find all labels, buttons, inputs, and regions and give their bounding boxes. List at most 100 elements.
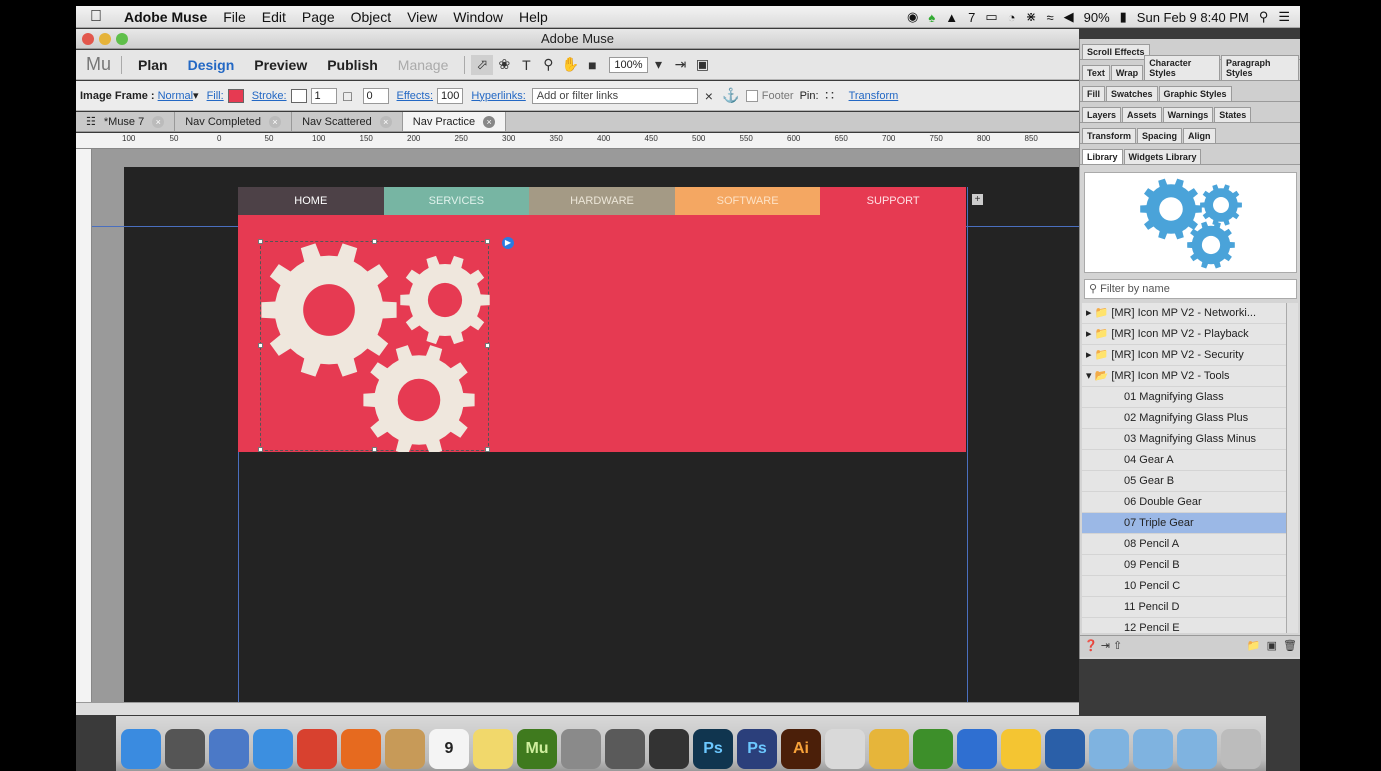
resize-handle[interactable] xyxy=(371,447,377,452)
library-item[interactable]: 10 Pencil C xyxy=(1082,576,1286,597)
blend-mode-select[interactable]: Normal xyxy=(158,90,193,102)
opacity-field[interactable]: 100 xyxy=(437,87,464,104)
tab-text[interactable]: Text xyxy=(1082,65,1110,80)
horizontal-ruler[interactable]: 100 50 0 50 100 150 200 250 300 350 400 450 500 550 60… xyxy=(76,133,1079,149)
horizontal-scrollbar[interactable] xyxy=(76,702,1079,715)
library-item[interactable]: 11 Pencil D xyxy=(1082,597,1286,618)
library-folder[interactable]: ▸ 📁 [MR] Icon MP V2 - Networki... xyxy=(1082,303,1286,324)
cyberduck-icon[interactable] xyxy=(1001,729,1041,769)
photoshop-icon[interactable]: Ps xyxy=(693,729,733,769)
resize-handle[interactable] xyxy=(485,239,490,244)
stroke-link[interactable]: Stroke: xyxy=(252,90,287,102)
close-icon[interactable]: × xyxy=(269,115,282,128)
illustrator-icon[interactable]: Ai xyxy=(781,729,821,769)
finder-icon[interactable] xyxy=(121,729,161,769)
fill-link[interactable]: Fill: xyxy=(207,90,224,102)
time-machine-icon[interactable]: ◔ xyxy=(1008,10,1016,25)
close-icon[interactable]: × xyxy=(379,115,392,128)
nav-item-services[interactable]: SERVICES xyxy=(383,187,530,215)
dvd-icon[interactable] xyxy=(649,729,689,769)
resize-handle[interactable] xyxy=(258,239,263,244)
bluetooth-icon[interactable]: ⋇ xyxy=(1026,9,1037,25)
calendar-icon[interactable]: 9 xyxy=(429,729,469,769)
stroke-width-field[interactable]: 1 xyxy=(310,87,337,104)
apple-icon[interactable]:  xyxy=(76,8,116,26)
place-icon[interactable]: ⇥ xyxy=(670,55,692,75)
nav-item-software[interactable]: SOFTWARE xyxy=(674,187,821,215)
hyperlinks-input[interactable]: Add or filter links xyxy=(531,87,698,104)
help-icon[interactable]: ❓ xyxy=(1084,640,1098,652)
final-cut-icon[interactable] xyxy=(605,729,645,769)
library-item[interactable]: 07 Triple Gear xyxy=(1082,513,1286,534)
text-tool-icon[interactable]: T xyxy=(515,55,537,75)
volume-icon[interactable]: ◀ xyxy=(1064,9,1074,25)
library-folder[interactable]: ▸ 📁 [MR] Icon MP V2 - Playback xyxy=(1082,324,1286,345)
tab-paragraph-styles[interactable]: Paragraph Styles xyxy=(1220,55,1299,80)
keynote-icon[interactable] xyxy=(957,729,997,769)
delete-icon[interactable]: 🗑 xyxy=(1283,639,1297,652)
wifi-icon[interactable]: ≈ xyxy=(1046,10,1053,25)
library-item[interactable]: 08 Pencil A xyxy=(1082,534,1286,555)
menu-object[interactable]: Object xyxy=(343,9,399,25)
resize-handle[interactable] xyxy=(258,447,263,452)
tab-nav-completed[interactable]: Nav Completed × xyxy=(175,112,293,131)
library-filter-input[interactable]: ⚲ Filter by name xyxy=(1084,279,1297,299)
zoom-tool-icon[interactable]: ⚲ xyxy=(537,55,559,75)
new-folder-icon[interactable]: 📁 xyxy=(1247,639,1261,652)
record-icon[interactable]: ◉ xyxy=(907,9,918,25)
firefox-icon[interactable] xyxy=(341,729,381,769)
selection-tool-icon[interactable]: ⬀ xyxy=(471,54,494,75)
tab-nav-scattered[interactable]: Nav Scattered × xyxy=(292,112,403,131)
library-scrollbar[interactable] xyxy=(1286,303,1298,633)
app-menu[interactable]: Adobe Muse xyxy=(116,9,215,25)
zoom-dropdown-icon[interactable]: ▾ xyxy=(648,55,670,75)
nav-item-hardware[interactable]: HARDWARE xyxy=(529,187,675,215)
tab-widgets-library[interactable]: Widgets Library xyxy=(1123,149,1202,164)
photoshop-elements-icon[interactable]: Ps xyxy=(737,729,777,769)
sketch-icon[interactable] xyxy=(825,729,865,769)
trash-icon[interactable] xyxy=(1221,729,1261,769)
library-item[interactable]: 03 Magnifying Glass Minus xyxy=(1082,429,1286,450)
tab-nav-practice[interactable]: Nav Practice × xyxy=(402,112,507,131)
folder-icon[interactable] xyxy=(1089,729,1129,769)
airplay-icon[interactable]: ▭ xyxy=(985,9,997,25)
library-item[interactable]: 12 Pencil E xyxy=(1082,618,1286,633)
hero-banner[interactable] xyxy=(238,215,966,455)
tab-wrap[interactable]: Wrap xyxy=(1110,65,1144,80)
stickies-icon[interactable] xyxy=(473,729,513,769)
tab-scroll-effects[interactable]: Scroll Effects xyxy=(1082,44,1150,59)
add-menu-item-icon[interactable]: + xyxy=(972,194,983,205)
menu-file[interactable]: File xyxy=(215,9,254,25)
tab-spacing[interactable]: Spacing xyxy=(1137,128,1183,143)
tab-graphic-styles[interactable]: Graphic Styles xyxy=(1158,86,1232,101)
frame-options-icon[interactable]: ▶ xyxy=(502,237,514,249)
adobe-cc-icon[interactable]: ▲ xyxy=(945,10,958,25)
library-folder[interactable]: ▸ 📁 [MR] Icon MP V2 - Security xyxy=(1082,345,1286,366)
chrome-icon[interactable] xyxy=(297,729,337,769)
safari-icon[interactable] xyxy=(253,729,293,769)
battery-icon[interactable]: ▮ xyxy=(1120,9,1127,25)
tab-publish[interactable]: Publish xyxy=(317,57,388,73)
import-icon[interactable]: ⇥ xyxy=(1101,640,1110,652)
tab-swatches[interactable]: Swatches xyxy=(1106,86,1158,101)
preview-icon[interactable] xyxy=(209,729,249,769)
design-canvas[interactable]: HOME SERVICES HARDWARE SOFTWARE SUPPORT ▶ + xyxy=(92,149,1079,702)
library-item[interactable]: 09 Pencil B xyxy=(1082,555,1286,576)
corner-radius-field[interactable]: 0 xyxy=(362,87,389,104)
image-frame-selection[interactable] xyxy=(258,239,490,455)
hand-tool-icon[interactable]: ✋ xyxy=(559,55,581,75)
tab-preview[interactable]: Preview xyxy=(244,57,317,73)
rectangle-tool-icon[interactable]: ■ xyxy=(581,55,603,75)
chevron-down-icon[interactable]: ▾ xyxy=(193,89,199,102)
evernote-icon[interactable]: ♠ xyxy=(928,10,935,25)
library-item[interactable]: 01 Magnifying Glass xyxy=(1082,387,1286,408)
tab-states[interactable]: States xyxy=(1214,107,1252,122)
vertical-ruler[interactable] xyxy=(76,149,92,702)
close-window-button[interactable] xyxy=(82,33,94,45)
library-folder[interactable]: ▾ 📂 [MR] Icon MP V2 - Tools xyxy=(1082,366,1286,387)
fill-swatch[interactable] xyxy=(227,88,244,103)
resize-handle[interactable] xyxy=(258,343,263,348)
tab-layers[interactable]: Layers xyxy=(1082,107,1122,122)
menu-edit[interactable]: Edit xyxy=(254,9,294,25)
tab-fill[interactable]: Fill xyxy=(1082,86,1105,101)
